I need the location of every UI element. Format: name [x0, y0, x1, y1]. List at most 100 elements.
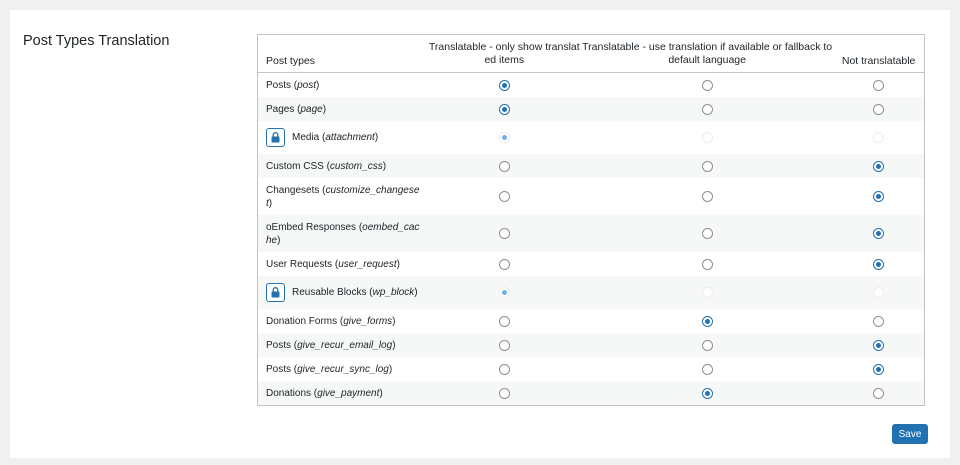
radio-translatable-only [498, 287, 510, 298]
radio-translatable-fallback-cell [581, 287, 833, 298]
radio-translatable-fallback[interactable] [701, 228, 713, 239]
radio-translatable-fallback[interactable] [701, 160, 713, 172]
radio-translatable-fallback [701, 132, 713, 143]
radio-translatable-only[interactable] [498, 258, 510, 270]
radio-translatable-fallback-cell [581, 191, 833, 202]
section-title: Post Types Translation [23, 33, 170, 49]
radio-not-translatable[interactable] [873, 160, 885, 172]
radio-translatable-fallback-cell [581, 132, 833, 143]
radio-not-translatable[interactable] [873, 315, 885, 327]
table-row: Reusable Blocks (wp_block) [258, 276, 924, 309]
post-type-name: Reusable Blocks (wp_block) [258, 283, 428, 302]
lock-icon[interactable] [266, 128, 285, 147]
radio-translatable-fallback[interactable] [701, 339, 713, 351]
radio-translatable-only-cell [428, 132, 582, 143]
radio-translatable-fallback[interactable] [701, 258, 713, 270]
radio-translatable-fallback-cell [581, 228, 833, 239]
radio-translatable-fallback[interactable] [701, 315, 713, 327]
radio-not-translatable[interactable] [873, 191, 885, 202]
post-type-name: Donations (give_payment) [258, 387, 428, 400]
radio-not-translatable[interactable] [873, 387, 885, 399]
table-body: Posts (post) Pages (page) Media (attachmen… [258, 73, 924, 405]
radio-translatable-fallback-cell [581, 339, 833, 351]
radio-translatable-only[interactable] [498, 363, 510, 375]
radio-translatable-fallback-cell [581, 103, 833, 115]
radio-translatable-only-cell [428, 228, 582, 239]
radio-not-translatable-cell [833, 363, 924, 375]
radio-translatable-fallback-cell [581, 79, 833, 91]
radio-translatable-only-cell [428, 258, 582, 270]
radio-translatable-only[interactable] [498, 228, 510, 239]
radio-translatable-only-cell [428, 387, 582, 399]
radio-translatable-fallback-cell [581, 387, 833, 399]
table-row: Pages (page) [258, 97, 924, 121]
radio-translatable-fallback[interactable] [701, 363, 713, 375]
radio-translatable-only[interactable] [498, 191, 510, 202]
radio-not-translatable-cell [833, 103, 924, 115]
radio-not-translatable-cell [833, 160, 924, 172]
post-type-label: Posts (give_recur_sync_log) [266, 363, 393, 375]
radio-translatable-only-cell [428, 339, 582, 351]
header-translatable-only: Translatable - only show translated item… [428, 41, 580, 66]
radio-not-translatable [873, 132, 885, 143]
table-row: Custom CSS (custom_css) [258, 154, 924, 178]
save-button[interactable]: Save [892, 424, 928, 444]
table-row: Posts (give_recur_email_log) [258, 333, 924, 357]
radio-translatable-only [498, 132, 510, 143]
post-types-table: Post types Translatable - only show tran… [257, 34, 925, 406]
radio-translatable-only[interactable] [498, 339, 510, 351]
header-post-types: Post types [266, 55, 316, 67]
post-type-label: oEmbed Responses (oembed_cache) [266, 221, 420, 246]
post-type-label: Posts (post) [266, 79, 320, 91]
post-type-label: User Requests (user_request) [266, 258, 400, 270]
post-type-label: Reusable Blocks (wp_block) [292, 287, 418, 298]
radio-translatable-only-cell [428, 315, 582, 327]
radio-not-translatable[interactable] [873, 103, 885, 115]
table-row: oEmbed Responses (oembed_cache) [258, 215, 924, 252]
post-type-name: Changesets (customize_changeset) [258, 184, 428, 210]
table-header: Post types Translatable - only show tran… [258, 35, 924, 73]
radio-translatable-only-cell [428, 103, 582, 115]
radio-translatable-only-cell [428, 160, 582, 172]
radio-not-translatable[interactable] [873, 339, 885, 351]
radio-not-translatable-cell [833, 339, 924, 351]
radio-not-translatable[interactable] [873, 228, 885, 239]
radio-translatable-only-cell [428, 287, 582, 298]
table-row: Posts (post) [258, 73, 924, 97]
radio-not-translatable-cell [833, 315, 924, 327]
lock-icon[interactable] [266, 283, 285, 302]
post-type-name: Posts (give_recur_email_log) [258, 339, 428, 352]
table-row: Donations (give_payment) [258, 381, 924, 405]
radio-translatable-only[interactable] [498, 79, 510, 91]
radio-translatable-only[interactable] [498, 103, 510, 115]
radio-not-translatable-cell [833, 258, 924, 270]
post-type-label: Custom CSS (custom_css) [266, 160, 387, 172]
radio-translatable-fallback [701, 287, 713, 298]
radio-not-translatable [873, 287, 885, 298]
radio-translatable-fallback[interactable] [701, 103, 713, 115]
post-type-label: Changesets (customize_changeset) [266, 184, 420, 209]
radio-translatable-only[interactable] [498, 160, 510, 172]
post-type-name: User Requests (user_request) [258, 258, 428, 271]
radio-not-translatable[interactable] [873, 79, 885, 91]
radio-translatable-only[interactable] [498, 387, 510, 399]
radio-translatable-fallback-cell [581, 160, 833, 172]
radio-translatable-only-cell [428, 363, 582, 375]
radio-translatable-fallback[interactable] [701, 79, 713, 91]
post-type-label: Posts (give_recur_email_log) [266, 339, 396, 351]
radio-translatable-fallback-cell [581, 315, 833, 327]
radio-translatable-fallback[interactable] [701, 191, 713, 202]
radio-not-translatable[interactable] [873, 363, 885, 375]
radio-translatable-fallback[interactable] [701, 387, 713, 399]
radio-translatable-fallback-cell [581, 363, 833, 375]
post-type-name: Pages (page) [258, 103, 428, 116]
post-type-label: Pages (page) [266, 103, 327, 115]
table-row: User Requests (user_request) [258, 252, 924, 276]
header-not-translatable: Not translatable [841, 55, 916, 67]
radio-not-translatable[interactable] [873, 258, 885, 270]
radio-not-translatable-cell [833, 387, 924, 399]
table-row: Media (attachment) [258, 121, 924, 154]
radio-translatable-only[interactable] [498, 315, 510, 327]
post-type-name: Custom CSS (custom_css) [258, 160, 428, 173]
table-row: Posts (give_recur_sync_log) [258, 357, 924, 381]
